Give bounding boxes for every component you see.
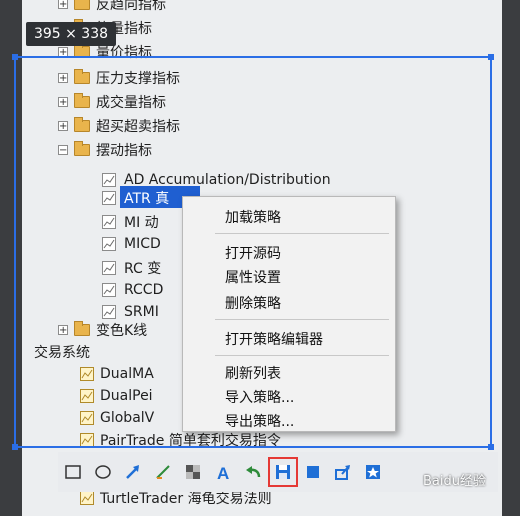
tree-folder[interactable]: + 压力支撑指标 <box>58 66 180 90</box>
expand-icon[interactable]: + <box>58 121 68 132</box>
menu-separator <box>215 355 389 356</box>
menu-item-open-editor[interactable]: 打开策略编辑器 <box>225 329 323 349</box>
tree-indicator-selected[interactable]: ATR 真 <box>102 186 169 210</box>
copy-icon[interactable] <box>298 457 328 487</box>
text-tool-icon[interactable]: A <box>208 457 238 487</box>
right-bezel <box>502 0 520 516</box>
expand-icon[interactable]: + <box>58 47 68 58</box>
indicator-label: ATR 真 <box>124 191 170 207</box>
folder-label: 压力支撑指标 <box>96 71 180 87</box>
tree-folder[interactable]: + 反趋向指标 <box>58 0 166 16</box>
folder-label: 摆动指标 <box>96 143 152 159</box>
menu-item-refresh-list[interactable]: 刷新列表 <box>225 363 281 383</box>
menu-item-import-strategy[interactable]: 导入策略... <box>225 387 294 407</box>
chart-icon <box>102 261 116 275</box>
menu-item-delete-strategy[interactable]: 删除策略 <box>225 293 281 313</box>
folder-label: 变色K线 <box>96 323 148 339</box>
pin-icon[interactable] <box>358 457 388 487</box>
folder-icon <box>74 69 90 84</box>
tree-indicator[interactable]: MICD <box>102 232 161 256</box>
strategy-label: DualPei <box>100 388 153 404</box>
menu-item-load-strategy[interactable]: 加载策略 <box>225 207 281 227</box>
tree-folder-expanded[interactable]: − 摆动指标 <box>58 138 152 162</box>
watermark: Baidu经验 <box>423 474 486 489</box>
strategy-icon <box>80 411 94 425</box>
screen: + 反趋向指标 + 能量指标 + 量价指标 + 压力支撑指标 + 成交量指标 +… <box>22 0 502 516</box>
chart-icon <box>102 305 116 319</box>
ellipse-tool-icon[interactable] <box>88 457 118 487</box>
section-title-label: 交易系统 <box>34 345 90 361</box>
strategy-icon <box>80 367 94 381</box>
folder-icon <box>74 321 90 336</box>
svg-text:A: A <box>217 464 229 481</box>
menu-item-properties[interactable]: 属性设置 <box>225 267 281 287</box>
arrow-tool-icon[interactable] <box>118 457 148 487</box>
folder-label: 反趋向指标 <box>96 0 166 13</box>
rectangle-tool-icon[interactable] <box>58 457 88 487</box>
tree-folder[interactable]: + 变色K线 <box>58 318 147 342</box>
folder-icon <box>74 43 90 58</box>
chart-icon <box>102 283 116 297</box>
folder-icon <box>74 117 90 132</box>
tree-indicator[interactable]: RC 变 <box>102 256 161 280</box>
menu-separator <box>215 319 389 320</box>
folder-icon <box>74 0 90 10</box>
section-title: 交易系统 <box>34 340 90 364</box>
tree-folder[interactable]: + 超买超卖指标 <box>58 114 180 138</box>
expand-icon[interactable]: + <box>58 73 68 84</box>
indicator-label: RC 变 <box>124 261 162 277</box>
tree-indicator[interactable]: MI 动 <box>102 210 159 234</box>
tree-strategy[interactable]: DualPei <box>80 384 153 408</box>
mosaic-tool-icon[interactable] <box>178 457 208 487</box>
pen-tool-icon[interactable] <box>148 457 178 487</box>
strategy-icon <box>80 389 94 403</box>
share-icon[interactable] <box>328 457 358 487</box>
chart-icon <box>102 191 116 205</box>
indicator-label: MICD <box>124 236 161 252</box>
left-bezel <box>0 0 22 516</box>
strategy-icon <box>80 433 94 447</box>
folder-label: 成交量指标 <box>96 95 166 111</box>
menu-separator <box>215 233 389 234</box>
menu-item-export-strategy[interactable]: 导出策略... <box>225 411 294 431</box>
tree-strategy[interactable]: DualMA <box>80 362 154 386</box>
chart-icon <box>102 237 116 251</box>
tree-folder[interactable]: + 成交量指标 <box>58 90 166 114</box>
expand-icon[interactable]: + <box>58 325 68 336</box>
undo-icon[interactable] <box>238 457 268 487</box>
menu-item-open-source[interactable]: 打开源码 <box>225 243 281 263</box>
folder-label: 超买超卖指标 <box>96 119 180 135</box>
tree-indicator[interactable]: RCCD <box>102 278 163 302</box>
folder-icon <box>74 93 90 108</box>
folder-icon <box>74 141 90 156</box>
expand-icon[interactable]: + <box>58 0 68 10</box>
save-icon[interactable] <box>268 457 298 487</box>
dimension-badge: 395 × 338 <box>26 22 116 46</box>
context-menu: 加载策略 打开源码 属性设置 删除策略 打开策略编辑器 刷新列表 导入策略...… <box>182 196 396 432</box>
tree-strategy[interactable]: GlobalV <box>80 406 154 430</box>
strategy-icon <box>80 491 94 505</box>
expand-icon[interactable]: + <box>58 97 68 108</box>
chart-icon <box>102 215 116 229</box>
collapse-icon[interactable]: − <box>58 145 68 156</box>
strategy-label: DualMA <box>100 366 154 382</box>
indicator-label: RCCD <box>124 282 164 298</box>
indicator-label: MI 动 <box>124 215 159 231</box>
chart-icon <box>102 173 116 187</box>
strategy-label: GlobalV <box>100 410 155 426</box>
strategy-label: PairTrade 简单套利交易指令 <box>100 433 281 449</box>
